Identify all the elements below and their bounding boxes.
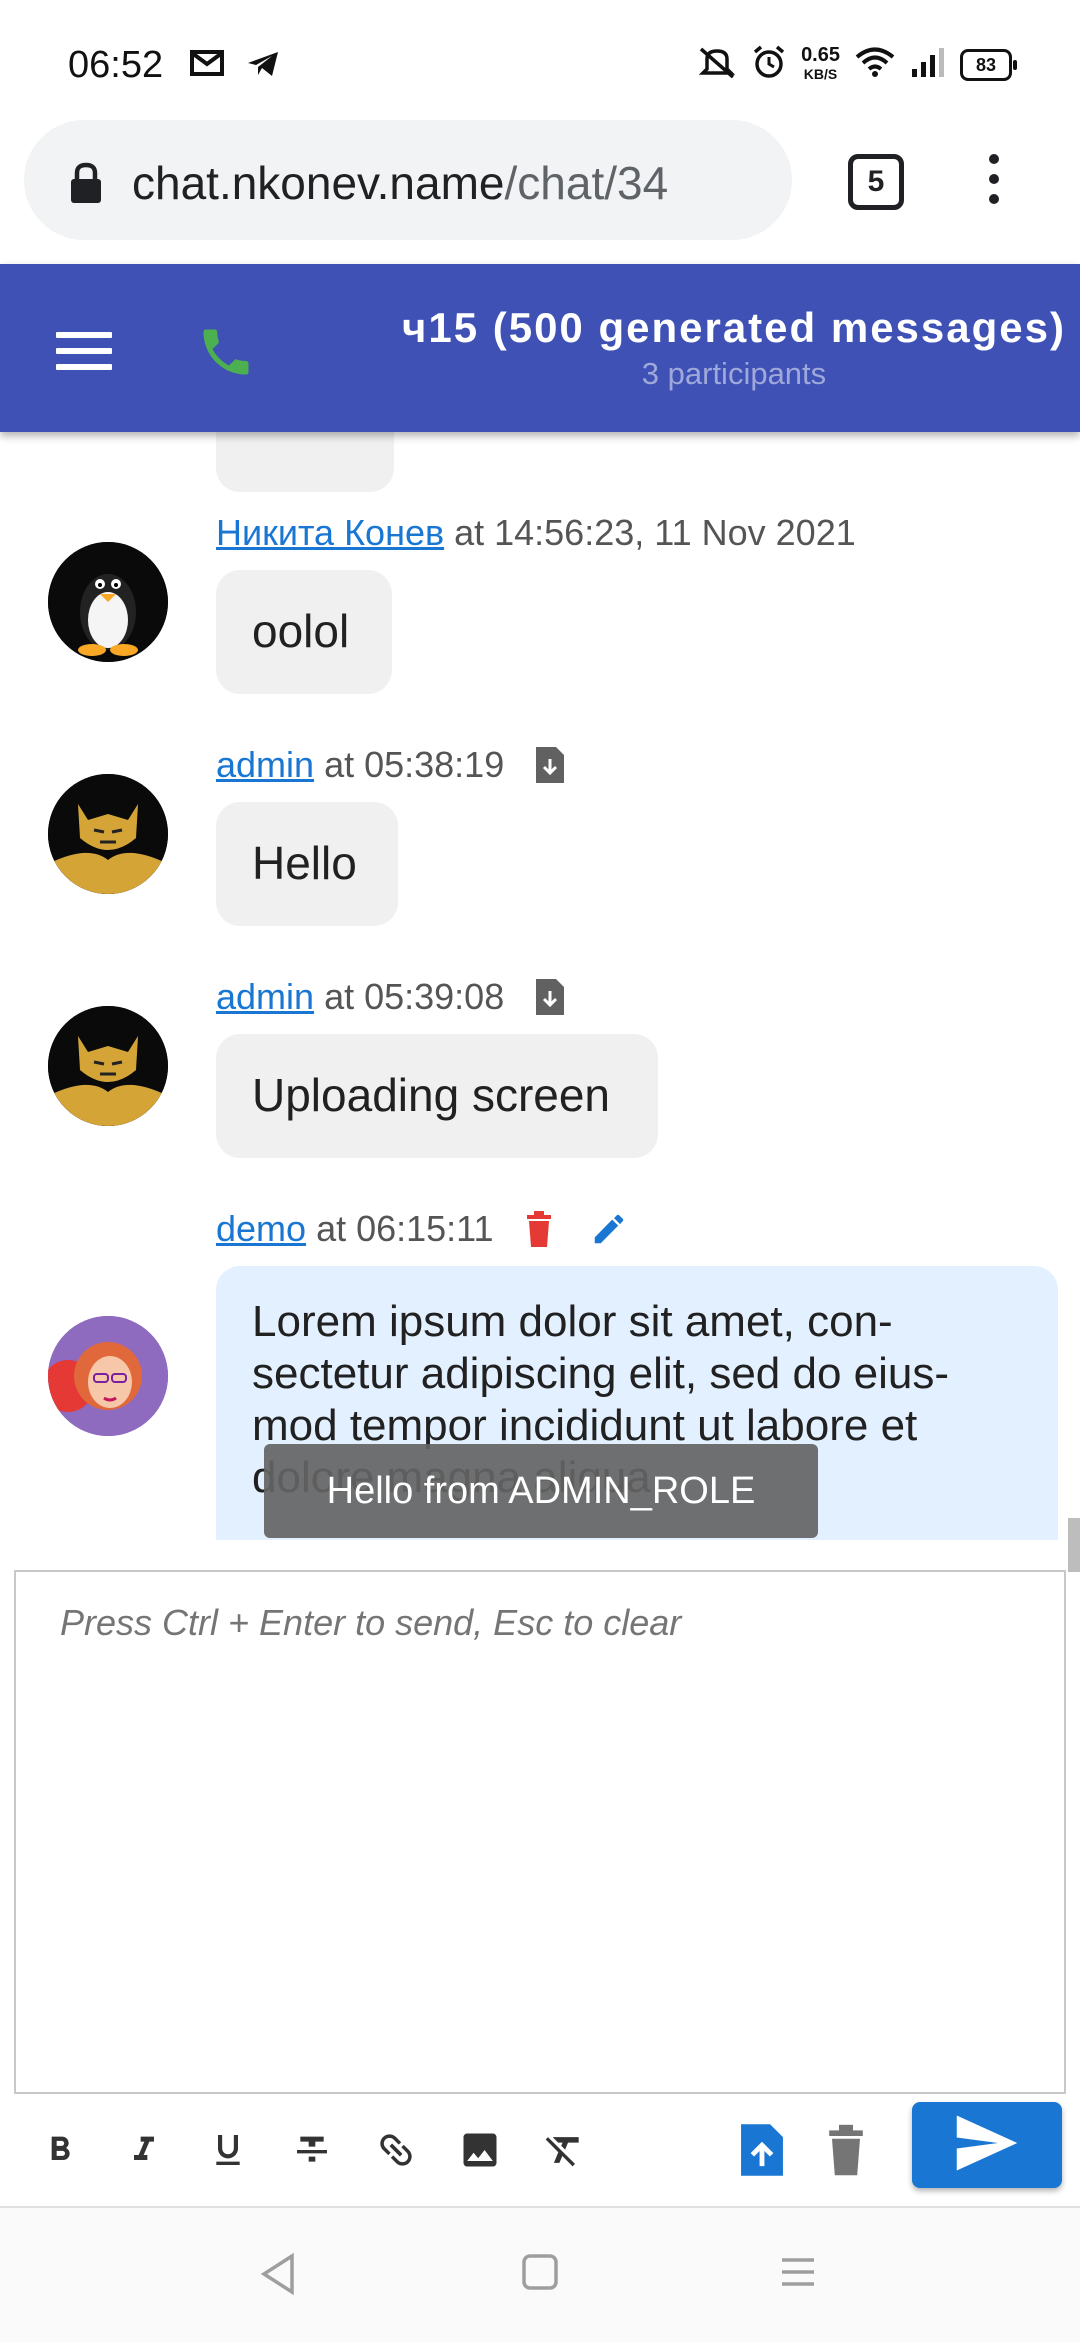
bold-icon[interactable]	[28, 2118, 92, 2182]
chat-title-block[interactable]: ч15 (500 generated messages) 3 participa…	[402, 304, 1066, 392]
telegram-icon	[246, 50, 280, 83]
gmail-icon	[190, 50, 224, 83]
send-button[interactable]	[912, 2102, 1062, 2188]
chat-participants: 3 participants	[641, 356, 827, 391]
linux-penguin-avatar	[48, 542, 168, 662]
back-icon[interactable]	[256, 2252, 300, 2301]
scrollbar[interactable]	[1068, 1518, 1080, 1572]
status-time: 06:52	[68, 44, 164, 86]
tomcat-avatar	[48, 1006, 168, 1126]
mute-icon	[697, 45, 737, 84]
lock-icon	[68, 162, 104, 209]
message-time: at 14:56:23, 11 Nov 2021	[454, 512, 856, 553]
message-time: at 05:38:19	[324, 744, 505, 785]
italic-icon[interactable]	[112, 2118, 176, 2182]
message-author-link[interactable]: admin	[216, 976, 314, 1018]
url-path: /chat/34	[504, 157, 669, 209]
system-icons: 0.65 KB/S 83	[697, 43, 1017, 85]
upload-file-icon[interactable]	[730, 2118, 794, 2182]
browser-menu-icon[interactable]	[984, 154, 1004, 214]
demo-user-avatar	[48, 1316, 168, 1436]
message-bubble[interactable]: Uploading screen	[216, 1034, 658, 1158]
browser-toolbar: chat.nkonev.name/chat/34 5	[0, 112, 1080, 262]
chat-title: ч15 (500 generated messages)	[401, 304, 1066, 351]
edit-message-icon[interactable]	[590, 1210, 628, 1248]
net-speed-value: 0.65	[801, 43, 840, 66]
battery-icon: 83	[960, 48, 1017, 81]
message-meta: admin at 05:38:19	[216, 744, 566, 786]
download-file-icon[interactable]	[534, 745, 566, 785]
url-host: chat.nkonev.name	[132, 157, 505, 209]
notification-icons	[190, 50, 280, 83]
net-speed-unit: KB/S	[803, 65, 838, 82]
app-bar: ч15 (500 generated messages) 3 participa…	[0, 264, 1080, 432]
link-icon[interactable]	[364, 2118, 428, 2182]
system-navigation-bar	[0, 2206, 1080, 2342]
previous-message-bubble	[216, 432, 394, 492]
tab-switcher-button[interactable]: 5	[848, 154, 904, 210]
clear-format-icon[interactable]	[532, 2118, 596, 2182]
alarm-icon	[751, 44, 787, 85]
message-meta: demo at 06:15:11	[216, 1208, 628, 1250]
message-author-link[interactable]: admin	[216, 744, 314, 786]
message-bubble[interactable]: oolol	[216, 570, 392, 694]
address-bar[interactable]: chat.nkonev.name/chat/34	[24, 120, 792, 240]
status-bar: 06:52 0.65 KB/S 83	[0, 0, 1080, 112]
home-icon[interactable]	[520, 2252, 560, 2297]
delete-message-icon[interactable]	[524, 1211, 554, 1247]
message-editor[interactable]: Press Ctrl + Enter to send, Esc to clear	[14, 1570, 1066, 2094]
trash-icon[interactable]	[814, 2118, 878, 2182]
message-time: at 06:15:11	[316, 1208, 494, 1249]
download-file-icon[interactable]	[534, 977, 566, 1017]
editor-placeholder: Press Ctrl + Enter to send, Esc to clear	[60, 1602, 682, 1643]
strikethrough-icon[interactable]	[280, 2118, 344, 2182]
network-speed: 0.65 KB/S	[801, 43, 840, 84]
signal-icon	[910, 47, 946, 82]
menu-icon[interactable]	[56, 332, 112, 380]
message-author-link[interactable]: demo	[216, 1208, 306, 1250]
image-icon[interactable]	[448, 2118, 512, 2182]
underline-icon[interactable]	[196, 2118, 260, 2182]
message-time: at 05:39:08	[324, 976, 505, 1017]
snackbar: Hello from ADMIN_ROLE	[264, 1444, 818, 1538]
recents-icon[interactable]	[778, 2252, 818, 2297]
message-list[interactable]: Никита Конев at 14:56:23, 11 Nov 2021 oo…	[0, 432, 1080, 1540]
send-icon	[954, 2115, 1020, 2176]
url-text: chat.nkonev.name/chat/34	[132, 156, 668, 210]
message-meta: admin at 05:39:08	[216, 976, 566, 1018]
tomcat-avatar	[48, 774, 168, 894]
message-meta: Никита Конев at 14:56:23, 11 Nov 2021	[216, 512, 856, 554]
message-bubble[interactable]: Hello	[216, 802, 398, 926]
wifi-icon	[854, 46, 896, 83]
phone-icon[interactable]	[196, 322, 256, 387]
message-author-link[interactable]: Никита Конев	[216, 512, 444, 554]
